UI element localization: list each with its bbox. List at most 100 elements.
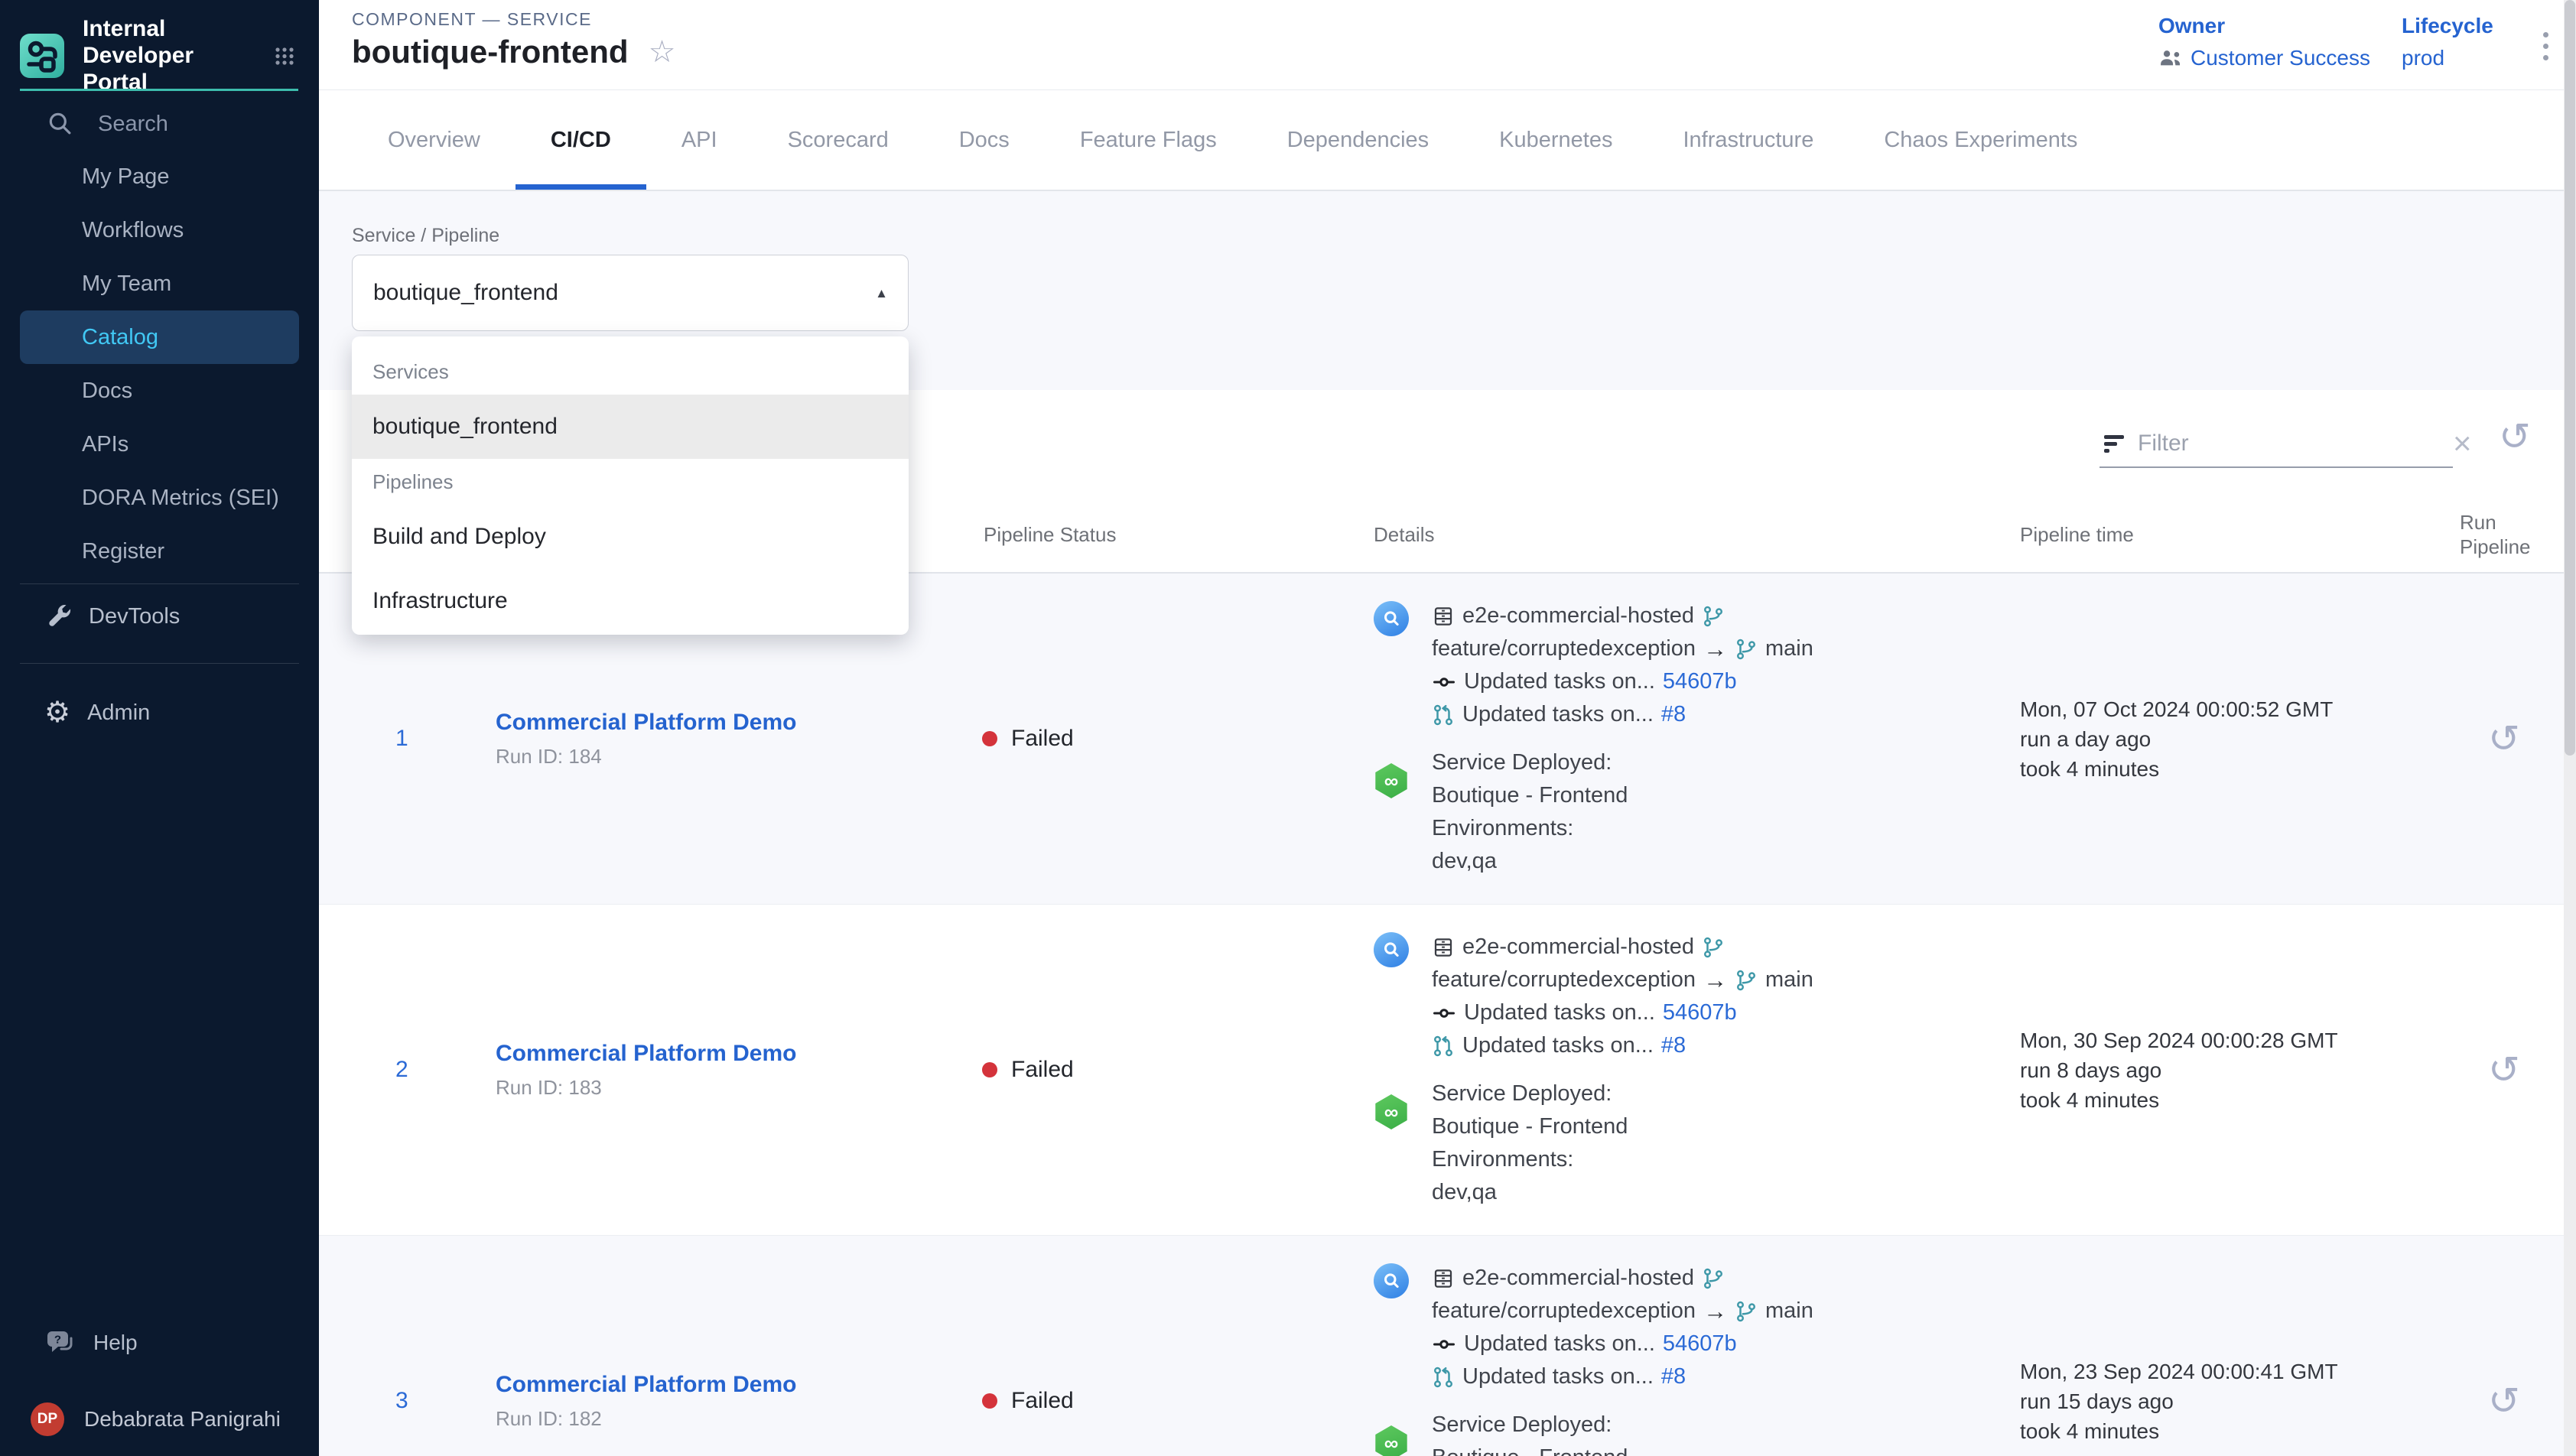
cd-module-icon: ∞ [1374,763,1409,798]
help-label: Help [93,1331,138,1355]
pr-number-link[interactable]: #8 [1661,1033,1686,1058]
commit-message: Updated tasks on... [1464,1000,1655,1025]
run-duration: took 4 minutes [2020,1416,2432,1446]
owner-link[interactable]: Customer Success [2158,46,2370,70]
commit-icon [1432,671,1456,694]
commit-sha-link[interactable]: 54607b [1663,1000,1737,1025]
harness-logo [20,34,64,78]
sidebar-divider [20,583,299,584]
pipeline-name-link[interactable]: Commercial Platform Demo [496,1041,971,1067]
app-grid-icon[interactable] [269,41,300,71]
menu-option-infrastructure[interactable]: Infrastructure [352,569,909,633]
cd-module-icon: ∞ [1374,1094,1409,1129]
tab-feature-flags[interactable]: Feature Flags [1045,91,1252,190]
sidebar-item-dora-metrics[interactable]: DORA Metrics (SEI) [0,471,319,525]
deploy-env-label: Environments: [1432,812,1813,845]
run-pipeline-icon[interactable]: ↺ [2488,720,2520,758]
sidebar-item-admin[interactable]: ⚙ Admin [0,686,319,739]
help-chat-icon: ? [44,1328,76,1358]
tab-api[interactable]: API [646,91,753,190]
deploy-envs: dev,qa [1432,1176,1813,1209]
pipeline-status-cell: Failed [971,905,1361,1235]
tab-kubernetes[interactable]: Kubernetes [1464,91,1647,190]
tab-scorecard[interactable]: Scorecard [753,91,924,190]
target-branch: main [1765,967,1813,993]
pr-message: Updated tasks on... [1462,1364,1654,1389]
scrollbar-thumb[interactable] [2565,0,2575,756]
pipeline-status-cell: Failed [971,574,1361,904]
sidebar-item-my-page[interactable]: My Page [0,150,319,203]
page-title: boutique-frontend [352,34,629,70]
sidebar-search[interactable]: Search [46,107,168,141]
tab-overview[interactable]: Overview [353,91,516,190]
owner-label: Owner [2158,14,2370,38]
arrow-right-icon: → [1703,967,1727,994]
column-header-pipeline-time: Pipeline time [2004,497,2432,572]
refresh-icon[interactable]: ↺ [2499,418,2531,456]
run-id: Run ID: 182 [496,1407,971,1431]
menu-option-build-and-deploy[interactable]: Build and Deploy [352,505,909,569]
pull-request-icon [1432,704,1455,726]
failed-status-dot [982,1393,997,1409]
pipeline-name-link[interactable]: Commercial Platform Demo [496,710,971,736]
kebab-menu-icon[interactable] [2537,26,2555,67]
commit-message: Updated tasks on... [1464,669,1655,694]
owner-block: Owner Customer Success [2158,14,2370,70]
commit-sha-link[interactable]: 54607b [1663,1331,1737,1357]
sidebar-user[interactable]: DP Debabrata Panigrahi [0,1393,319,1446]
sidebar-item-apis[interactable]: APIs [0,418,319,471]
sidebar-help-section: ? Help [0,1316,319,1370]
pr-number-link[interactable]: #8 [1661,702,1686,727]
pr-number-link[interactable]: #8 [1661,1364,1686,1389]
pipeline-select[interactable]: boutique_frontend ▲ [352,255,909,331]
clear-filter-icon[interactable]: × [2447,427,2478,460]
tab-infrastructure[interactable]: Infrastructure [1647,91,1849,190]
pipeline-time-cell: Mon, 23 Sep 2024 00:00:41 GMT run 15 day… [2004,1236,2432,1456]
filter-input[interactable] [2138,431,2433,457]
sidebar-item-catalog[interactable]: Catalog [20,310,299,364]
sidebar-item-docs[interactable]: Docs [0,364,319,418]
source-branch: feature/corruptedexception [1432,967,1696,993]
tab-dependencies[interactable]: Dependencies [1252,91,1464,190]
run-ago: run a day ago [2020,724,2432,754]
sidebar-item-devtools[interactable]: DevTools [0,590,319,643]
sidebar-item-register[interactable]: Register [0,525,319,578]
table-row: 3 Commercial Platform Demo Run ID: 182 F… [319,1236,2576,1456]
sidebar-nav: My Page Workflows My Team Catalog Docs A… [0,150,319,643]
menu-option-boutique-frontend[interactable]: boutique_frontend [352,395,909,459]
run-date: Mon, 30 Sep 2024 00:00:28 GMT [2020,1025,2432,1055]
run-duration: took 4 minutes [2020,1085,2432,1115]
tab-cicd[interactable]: CI/CD [516,91,646,190]
logo-glyph [20,34,64,78]
run-id: Run ID: 183 [496,1076,971,1100]
sidebar-item-my-team[interactable]: My Team [0,257,319,310]
pipeline-name-link[interactable]: Commercial Platform Demo [496,1372,971,1398]
target-branch: main [1765,1298,1813,1324]
deploy-service: Boutique - Frontend [1432,1441,1813,1456]
tab-chaos-experiments[interactable]: Chaos Experiments [1849,91,2113,190]
run-pipeline-icon[interactable]: ↺ [2488,1382,2520,1420]
column-header-pipeline-status: Pipeline Status [971,497,1361,572]
cd-module-icon: ∞ [1374,1425,1409,1456]
pipeline-time-cell: Mon, 30 Sep 2024 00:00:28 GMT run 8 days… [2004,905,2432,1235]
commit-sha-link[interactable]: 54607b [1663,669,1737,694]
scrollbar[interactable] [2564,0,2576,1456]
run-pipeline-icon[interactable]: ↺ [2488,1051,2520,1089]
pipeline-select-value: boutique_frontend [373,280,558,306]
commit-icon [1432,1002,1456,1025]
deploy-title: Service Deployed: [1432,1409,1813,1441]
lifecycle-block: Lifecycle prod [2402,14,2493,70]
app-title: Internal Developer Portal [83,15,251,96]
lifecycle-value: prod [2402,46,2493,70]
tab-docs[interactable]: Docs [924,91,1045,190]
repository-icon [1432,605,1455,628]
sidebar-item-workflows[interactable]: Workflows [0,203,319,257]
run-ago: run 15 days ago [2020,1386,2432,1416]
page-header: COMPONENT — SERVICE boutique-frontend ☆ … [319,0,2576,90]
sidebar-item-help[interactable]: ? Help [0,1316,319,1370]
favorite-star-icon[interactable]: ☆ [649,37,676,67]
pull-request-icon [1432,1035,1455,1058]
gear-icon: ⚙ [44,698,70,727]
menu-group-pipelines: Pipelines [352,459,909,505]
commit-message: Updated tasks on... [1464,1331,1655,1357]
